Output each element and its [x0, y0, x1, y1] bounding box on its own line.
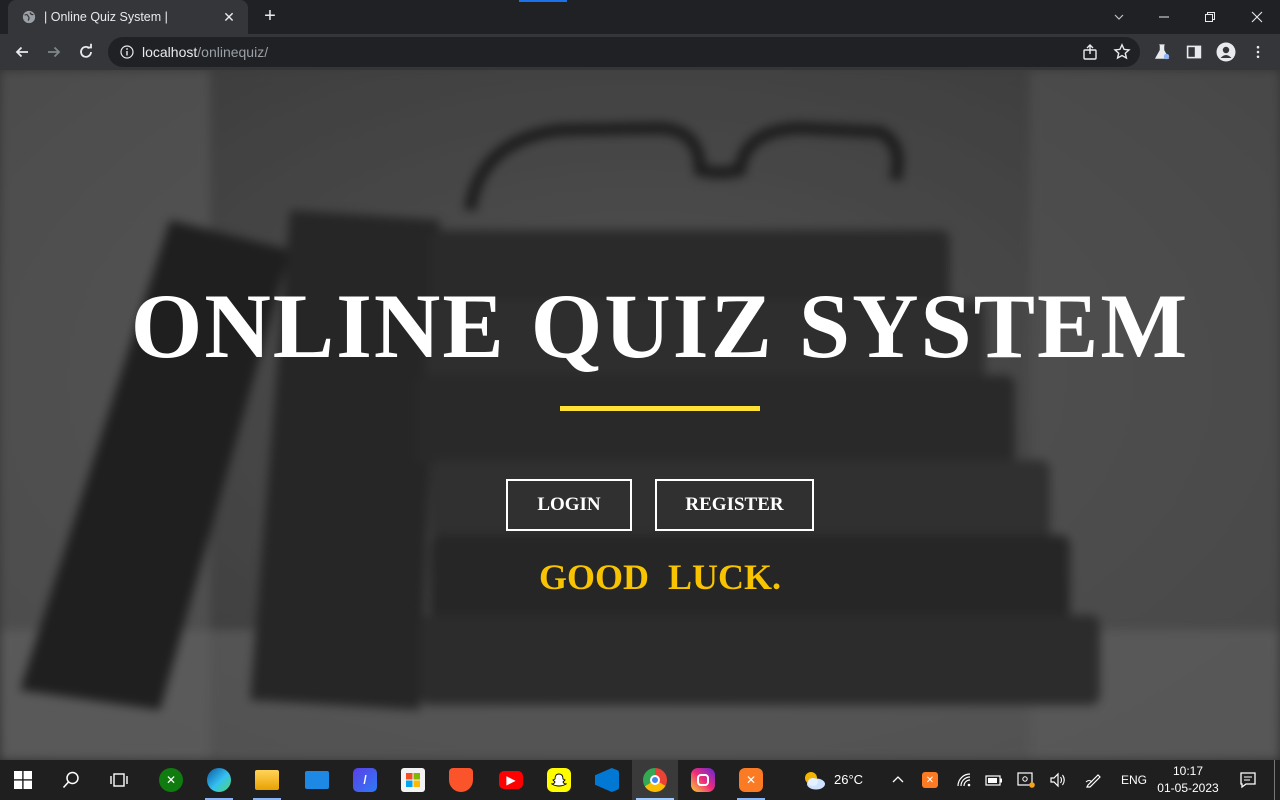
windows-taskbar: ✕ / ▶ ✕ 26°C ✕ ENG 10:17 01-05-2023	[0, 760, 1280, 800]
taskbar-brave[interactable]	[438, 760, 484, 800]
close-window-button[interactable]	[1234, 0, 1280, 34]
info-icon[interactable]	[120, 45, 134, 59]
weather-widget[interactable]	[794, 760, 834, 800]
speaker-icon	[1050, 772, 1065, 788]
tray-battery[interactable]	[980, 760, 1008, 800]
edge-icon	[207, 768, 231, 792]
folder-icon	[255, 770, 279, 790]
more-menu-icon[interactable]	[1248, 42, 1268, 62]
chrome-dev-icon	[643, 768, 667, 792]
bookmark-star-icon[interactable]	[1113, 43, 1131, 61]
task-view-button[interactable]	[96, 760, 142, 800]
back-button[interactable]	[8, 38, 36, 66]
vscode-icon	[595, 768, 619, 792]
code-editor-icon: /	[353, 768, 377, 792]
blurred-books-background	[0, 70, 1280, 760]
store-icon	[401, 768, 425, 792]
browser-tab[interactable]: | Online Quiz System | ✕	[8, 0, 248, 34]
tray-network[interactable]	[950, 760, 978, 800]
tray-pen[interactable]	[1080, 760, 1108, 800]
show-hidden-icons[interactable]	[886, 760, 910, 800]
page-title: ONLINE QUIZ SYSTEM	[130, 275, 1190, 377]
new-tab-button[interactable]: +	[258, 5, 282, 29]
title-underline	[560, 406, 760, 411]
taskbar-edge[interactable]	[196, 760, 242, 800]
weather-sun-cloud-icon	[805, 772, 825, 790]
tray-xampp[interactable]: ✕	[916, 760, 944, 800]
taskbar-mail[interactable]	[294, 760, 340, 800]
show-desktop-button[interactable]	[1274, 760, 1275, 800]
tab-strip-indicator	[519, 0, 567, 2]
login-button[interactable]: LOGIN	[506, 479, 632, 531]
profile-avatar[interactable]	[1216, 42, 1236, 62]
reload-icon	[80, 43, 92, 58]
address-bar[interactable]: localhost/onlinequiz/	[108, 37, 1140, 67]
task-view-icon	[110, 773, 128, 787]
tray-screen-capture[interactable]	[1012, 760, 1040, 800]
xampp-tray-icon: ✕	[922, 772, 938, 788]
hero-section: ONLINE QUIZ SYSTEM LOGIN REGISTER GOOD L…	[0, 70, 1280, 760]
input-language[interactable]: ENG	[1121, 773, 1147, 787]
search-icon	[62, 771, 79, 789]
taskbar-youtube[interactable]: ▶	[488, 760, 534, 800]
snapchat-icon	[547, 768, 571, 792]
labs-icon[interactable]	[1152, 42, 1172, 62]
taskbar-file-explorer[interactable]	[244, 760, 290, 800]
reload-button[interactable]	[72, 38, 100, 66]
tab-search-icon[interactable]	[1096, 0, 1142, 34]
arrow-right-icon	[48, 46, 61, 58]
taskbar-code-editor[interactable]: /	[342, 760, 388, 800]
start-button[interactable]	[0, 760, 46, 800]
url-host: localhost	[142, 44, 198, 60]
search-button[interactable]	[48, 760, 94, 800]
instagram-icon	[691, 768, 715, 792]
clock-time: 10:17	[1172, 764, 1204, 778]
taskbar-xbox[interactable]: ✕	[148, 760, 194, 800]
notifications-button[interactable]	[1234, 760, 1262, 800]
taskbar-vscode[interactable]	[584, 760, 630, 800]
notification-icon	[1240, 772, 1256, 789]
battery-icon	[985, 775, 1002, 786]
screen-capture-icon	[1017, 772, 1035, 788]
xampp-icon: ✕	[739, 768, 763, 792]
taskbar-snapchat[interactable]	[536, 760, 582, 800]
taskbar-xampp[interactable]: ✕	[728, 760, 774, 800]
minimize-button[interactable]	[1141, 0, 1187, 34]
youtube-icon: ▶	[499, 771, 523, 789]
weather-temperature: 26°C	[834, 772, 864, 787]
clock-date: 01-05-2023	[1157, 781, 1219, 795]
arrow-left-icon	[15, 46, 28, 58]
brave-lion-icon	[449, 768, 473, 792]
forward-button[interactable]	[40, 38, 68, 66]
side-panel-icon[interactable]	[1184, 42, 1204, 62]
tagline: GOOD LUCK.	[538, 557, 781, 597]
system-clock[interactable]: 10:17 01-05-2023	[1150, 763, 1226, 797]
xbox-icon: ✕	[159, 768, 183, 792]
tab-title: | Online Quiz System |	[44, 10, 168, 24]
taskbar-microsoft-store[interactable]	[390, 760, 436, 800]
pen-icon	[1085, 774, 1101, 788]
tray-volume[interactable]	[1044, 760, 1072, 800]
register-button[interactable]: REGISTER	[655, 479, 814, 531]
mail-icon	[305, 771, 329, 789]
windows-logo-icon	[14, 771, 32, 789]
close-tab-icon[interactable]: ✕	[220, 9, 238, 26]
taskbar-instagram[interactable]	[680, 760, 726, 800]
tab-strip: | Online Quiz System | ✕ +	[0, 0, 1280, 34]
share-icon[interactable]	[1081, 43, 1099, 61]
taskbar-chrome-dev[interactable]	[632, 760, 678, 800]
chevron-up-icon	[892, 776, 904, 783]
browser-toolbar: localhost/onlinequiz/	[0, 34, 1280, 70]
wifi-icon	[957, 773, 971, 787]
globe-icon	[22, 10, 36, 24]
restore-button[interactable]	[1187, 0, 1233, 34]
url-path: /onlinequiz/	[197, 44, 269, 60]
